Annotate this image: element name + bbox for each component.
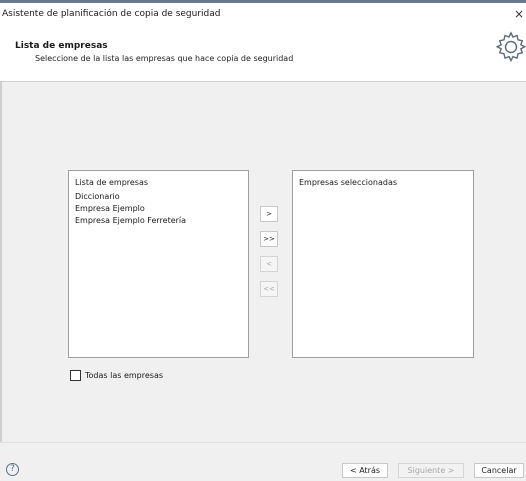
remove-all-button[interactable]: << xyxy=(260,281,278,297)
all-companies-label[interactable]: Todas las empresas xyxy=(85,371,163,380)
gear-icon xyxy=(495,31,526,63)
available-companies-list[interactable]: Lista de empresas Diccionario Empresa Ej… xyxy=(68,170,249,358)
title-bar: Asistente de planificación de copia de s… xyxy=(0,3,526,25)
remove-one-button[interactable]: < xyxy=(260,256,278,272)
next-button[interactable]: Siguiente > xyxy=(398,463,464,478)
wizard-window: Asistente de planificación de copia de s… xyxy=(0,0,526,481)
close-icon[interactable]: × xyxy=(512,6,524,22)
footer-divider xyxy=(0,442,526,443)
back-button[interactable]: < Atrás xyxy=(342,463,388,478)
selected-companies-list[interactable]: Empresas seleccionadas xyxy=(292,170,474,358)
all-companies-checkbox[interactable] xyxy=(70,370,81,381)
add-one-button[interactable]: > xyxy=(260,206,278,222)
list-header: Lista de empresas xyxy=(75,178,149,187)
help-icon[interactable]: ? xyxy=(6,463,19,476)
page-subtitle: Seleccione de la lista las empresas que … xyxy=(35,54,294,63)
cancel-button[interactable]: Cancelar xyxy=(474,463,524,478)
page-title: Lista de empresas xyxy=(15,41,108,51)
list-item[interactable]: Empresa Ejemplo Ferretería xyxy=(75,216,186,225)
add-all-button[interactable]: >> xyxy=(260,231,278,247)
list-item[interactable]: Empresa Ejemplo xyxy=(75,204,145,213)
window-title: Asistente de planificación de copia de s… xyxy=(2,9,221,19)
header-divider xyxy=(0,81,526,82)
wizard-header: Lista de empresas Seleccione de la lista… xyxy=(0,25,526,81)
left-edge xyxy=(0,82,2,442)
list-header: Empresas seleccionadas xyxy=(299,178,398,187)
list-item[interactable]: Diccionario xyxy=(75,192,120,201)
